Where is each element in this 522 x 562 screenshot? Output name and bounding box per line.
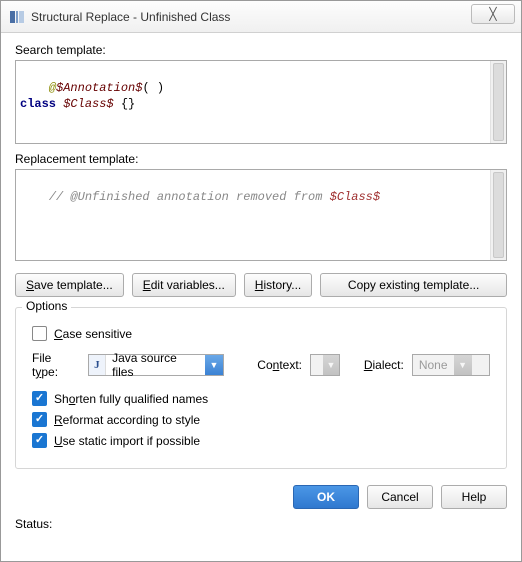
case-sensitive-label: Case sensitive <box>54 327 132 341</box>
copy-existing-template-button[interactable]: Copy existing template... <box>320 273 507 297</box>
context-dropdown[interactable]: ▼ <box>310 354 340 376</box>
chevron-down-icon: ▼ <box>323 355 339 375</box>
replacement-template-label: Replacement template: <box>15 152 507 166</box>
search-template-label: Search template: <box>15 43 507 57</box>
dialog-footer: OK Cancel Help <box>15 479 507 513</box>
dialect-label: Dialect: <box>364 358 404 372</box>
scrollbar[interactable] <box>490 61 506 143</box>
reformat-checkbox[interactable] <box>32 412 47 427</box>
file-type-label: File type: <box>32 351 80 379</box>
help-button[interactable]: Help <box>441 485 507 509</box>
status-label: Status: <box>15 513 507 531</box>
ok-button[interactable]: OK <box>293 485 359 509</box>
search-template-code: @$Annotation$( ) class $Class$ {} <box>20 81 164 111</box>
file-type-value: Java source files <box>106 351 205 379</box>
template-button-row: Save template... Edit variables... Histo… <box>15 273 507 297</box>
shorten-names-checkbox[interactable] <box>32 391 47 406</box>
chevron-down-icon: ▼ <box>205 355 223 375</box>
close-button[interactable]: ╳ <box>471 4 515 24</box>
edit-variables-button[interactable]: Edit variables... <box>132 273 236 297</box>
options-group: Options Case sensitive File type: J Java… <box>15 307 507 469</box>
save-template-button[interactable]: Save template... <box>15 273 124 297</box>
replacement-template-input[interactable]: // @Unfinished annotation removed from $… <box>15 169 507 261</box>
file-type-dropdown[interactable]: J Java source files ▼ <box>88 354 224 376</box>
search-template-input[interactable]: @$Annotation$( ) class $Class$ {} <box>15 60 507 144</box>
context-label: Context: <box>257 358 302 372</box>
dialect-dropdown[interactable]: None ▼ <box>412 354 490 376</box>
dialect-value: None <box>413 358 454 372</box>
options-legend: Options <box>22 299 71 313</box>
cancel-button[interactable]: Cancel <box>367 485 433 509</box>
java-file-icon: J <box>89 355 107 375</box>
app-icon <box>9 9 25 25</box>
titlebar: Structural Replace - Unfinished Class ╳ <box>1 1 521 33</box>
case-sensitive-checkbox[interactable] <box>32 326 47 341</box>
replacement-template-code: // @Unfinished annotation removed from $… <box>49 190 380 204</box>
static-import-label: Use static import if possible <box>54 434 200 448</box>
history-button[interactable]: History... <box>244 273 312 297</box>
window-title: Structural Replace - Unfinished Class <box>31 10 230 24</box>
reformat-label: Reformat according to style <box>54 413 200 427</box>
chevron-down-icon: ▼ <box>454 355 472 375</box>
scrollbar[interactable] <box>490 170 506 260</box>
shorten-names-label: Shorten fully qualified names <box>54 392 208 406</box>
static-import-checkbox[interactable] <box>32 433 47 448</box>
